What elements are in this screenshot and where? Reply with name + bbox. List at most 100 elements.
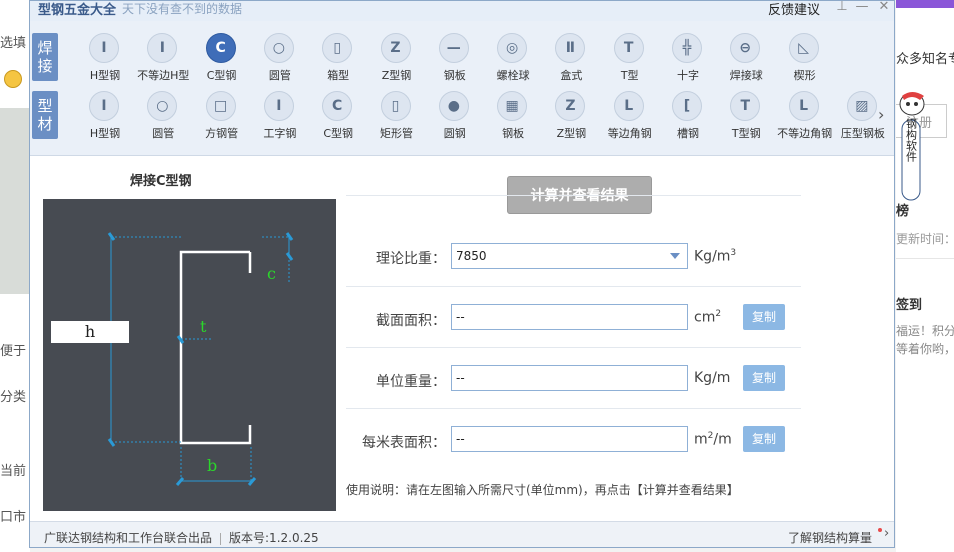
shape-label: H型钢: [89, 127, 121, 140]
shape-item[interactable]: ○ 圆管: [134, 91, 192, 147]
shape-label: 不等边角钢: [777, 127, 833, 140]
shape-icon: I: [89, 91, 119, 121]
shape-item[interactable]: C C型钢: [193, 33, 251, 89]
category-tag-welded[interactable]: 焊接: [32, 33, 58, 81]
surface-unit: m2/m: [694, 431, 732, 448]
shape-item[interactable]: ▯ 矩形管: [368, 91, 426, 147]
footer-separator: [220, 532, 222, 545]
shape-label: 盒式: [560, 69, 583, 82]
shape-icon: [: [672, 91, 702, 121]
shape-icon: □: [205, 91, 236, 121]
shape-icon: ▨: [846, 91, 877, 121]
shape-icon: Z: [555, 91, 586, 121]
close-icon[interactable]: ✕: [876, 1, 892, 15]
shape-label: 圆管: [152, 127, 175, 140]
shape-item[interactable]: Z Z型钢: [542, 91, 600, 147]
shape-icon: —: [438, 33, 469, 63]
bg-right-text-5: 签到: [896, 298, 923, 313]
copy-surface-button[interactable]: 复制: [743, 426, 785, 452]
status-footer: 广联达钢结构和工作台联合出品 版本号:1.2.0.25 了解钢结构算量 ›: [30, 521, 894, 547]
shape-item[interactable]: ○ 圆管: [251, 33, 309, 89]
shape-item[interactable]: L 等边角钢: [601, 91, 659, 147]
shape-item[interactable]: ╬ 十字: [659, 33, 717, 89]
shape-icon: Z: [380, 33, 411, 63]
shape-item[interactable]: Ⅱ 盒式: [542, 33, 600, 89]
shape-icon: ╬: [672, 33, 702, 63]
bg-left-text-4: 当前: [0, 464, 27, 479]
density-value: 7850: [456, 249, 487, 263]
copy-area-button[interactable]: 复制: [743, 304, 785, 330]
shape-label: H型钢: [89, 69, 121, 82]
shape-icon: Ⅱ: [555, 33, 586, 63]
shape-label: 十字: [677, 69, 699, 82]
shape-label: 压型钢板: [840, 127, 885, 140]
background-left-panel: 选填 便于 分类 当前 口市: [0, 0, 30, 552]
c-section-drawing: c t b: [107, 232, 294, 486]
divider-4: [346, 408, 801, 409]
shape-label: 槽钢: [677, 127, 699, 140]
smiley-icon: [4, 70, 22, 88]
bg-left-text-5: 口市: [0, 510, 27, 525]
shape-icon: T: [613, 33, 644, 63]
footer-info: 广联达钢结构和工作台联合出品 版本号:1.2.0.25: [44, 529, 319, 546]
c-profile-outline: [179, 250, 252, 445]
bg-left-text-3: 分类: [0, 390, 27, 405]
shape-item[interactable]: Z Z型钢: [368, 33, 426, 89]
bg-left-image: [0, 108, 30, 294]
shape-label: 方钢管: [205, 127, 239, 140]
shape-item[interactable]: ● 圆钢: [426, 91, 484, 147]
area-output[interactable]: --: [451, 304, 688, 330]
shape-item[interactable]: I H型钢: [76, 33, 134, 89]
pin-icon[interactable]: ⊥: [834, 1, 850, 15]
surface-output[interactable]: --: [451, 426, 688, 452]
shape-item[interactable]: ◎ 螺栓球: [484, 33, 542, 89]
shape-label: Z型钢: [556, 127, 587, 140]
mascot-icon: 钢构软件: [899, 92, 925, 201]
c-section-diagram: c t b: [43, 199, 336, 511]
minimize-icon[interactable]: —: [854, 1, 870, 15]
shape-item[interactable]: T T型: [601, 33, 659, 89]
shape-item[interactable]: ▦ 钢板: [484, 91, 542, 147]
h-dimension-input[interactable]: h: [51, 321, 129, 343]
density-unit-text: Kg/m: [694, 248, 731, 265]
shape-label: Z型钢: [381, 69, 412, 82]
shape-item[interactable]: I H型钢: [76, 91, 134, 147]
title-bar: 型钢五金大全 天下没有查不到的数据 反馈建议 ⊥ — ✕: [30, 1, 894, 21]
feedback-link[interactable]: 反馈建议: [768, 1, 820, 18]
bg-right-text-1: 众多知名专: [896, 52, 954, 67]
shape-label: 工字钢: [263, 127, 297, 140]
area-unit: cm2: [694, 309, 721, 326]
density-unit-sup: 3: [730, 248, 737, 258]
shape-item[interactable]: I 不等边H型: [134, 33, 192, 89]
c-tick-top: [285, 232, 294, 241]
weight-output[interactable]: --: [451, 365, 688, 391]
density-unit: Kg/m3: [694, 248, 736, 265]
shape-icon: ⊖: [730, 33, 761, 63]
shape-item[interactable]: ⊖ 焊接球: [717, 33, 775, 89]
chevron-right-icon[interactable]: ›: [878, 105, 884, 124]
shape-item[interactable]: T T型钢: [717, 91, 775, 147]
shape-item[interactable]: ◺ 楔形: [776, 33, 834, 89]
shape-icon: C: [205, 33, 236, 63]
shape-item[interactable]: C C型钢: [309, 91, 367, 147]
background-right-panel: 众多知名专 注册 榜 更新时间：2 签到 福运！积分 等着你哟，: [896, 0, 954, 552]
shape-item[interactable]: L 不等边角钢: [776, 91, 834, 147]
shape-item[interactable]: I 工字钢: [251, 91, 309, 147]
shape-item[interactable]: [ 槽钢: [659, 91, 717, 147]
steel-handbook-window: 型钢五金大全 天下没有查不到的数据 反馈建议 ⊥ — ✕ 焊接 I H型钢 I 不等边…: [29, 0, 895, 548]
notification-dot-icon: [878, 528, 882, 532]
shape-item[interactable]: ▯ 箱型: [309, 33, 367, 89]
shape-item[interactable]: □ 方钢管: [193, 91, 251, 147]
app-title: 型钢五金大全: [38, 3, 117, 18]
density-select[interactable]: 7850: [451, 243, 688, 269]
shape-label: T型钢: [731, 127, 761, 140]
category-tag-profile[interactable]: 型材: [32, 91, 58, 139]
shape-item[interactable]: — 钢板: [426, 33, 484, 89]
copy-weight-button[interactable]: 复制: [743, 365, 785, 391]
shape-icon: I: [89, 33, 119, 63]
chevron-right-icon[interactable]: ›: [884, 526, 889, 541]
learn-more-link[interactable]: 了解钢结构算量: [788, 529, 872, 546]
shape-icon: I: [147, 33, 178, 63]
bg-right-separator: [896, 258, 954, 259]
version-text: 版本号:1.2.0.25: [229, 531, 319, 545]
